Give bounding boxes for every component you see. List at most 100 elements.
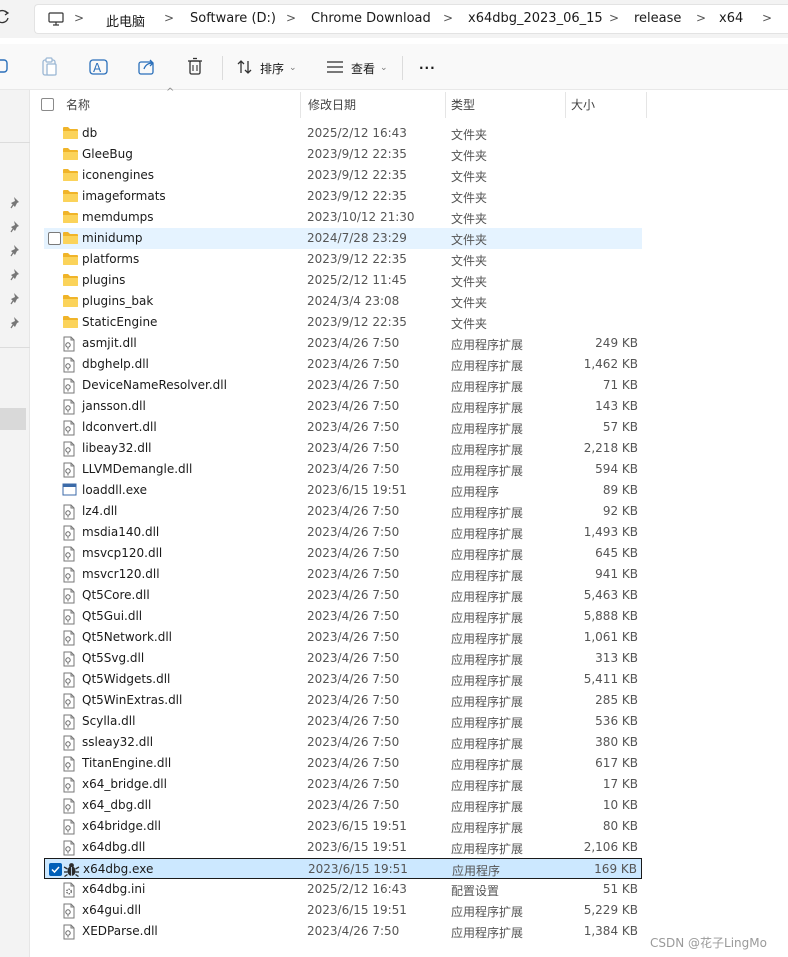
row-checkbox[interactable] <box>48 274 61 287</box>
file-row[interactable]: iconengines 2023/9/12 22:35 文件夹 <box>44 165 642 186</box>
sort-button[interactable]: 排序 ⌄ <box>236 56 297 80</box>
row-checkbox[interactable] <box>48 463 61 476</box>
row-checkbox[interactable] <box>48 883 61 896</box>
row-checkbox[interactable] <box>48 421 61 434</box>
row-checkbox[interactable] <box>48 904 61 917</box>
breadcrumb-item-drive[interactable]: Software (D:) <box>190 11 276 26</box>
row-checkbox[interactable] <box>48 190 61 203</box>
column-divider[interactable] <box>300 92 301 118</box>
copy-icon[interactable] <box>0 57 14 77</box>
file-row[interactable]: DeviceNameResolver.dll 2023/4/26 7:50 应用程序… <box>44 375 642 396</box>
file-row[interactable]: x64dbg.exe 2023/6/15 19:51 应用程序 169 KB <box>44 858 642 879</box>
column-size[interactable]: 大小 <box>571 96 595 113</box>
delete-icon[interactable] <box>186 57 206 77</box>
file-row[interactable]: platforms 2023/9/12 22:35 文件夹 <box>44 249 642 270</box>
chevron-right-icon[interactable]: > <box>762 11 772 25</box>
file-row[interactable]: db 2025/2/12 16:43 文件夹 <box>44 123 642 144</box>
column-divider[interactable] <box>565 92 566 118</box>
row-checkbox[interactable] <box>48 253 61 266</box>
breadcrumb-item-x64[interactable]: x64 <box>719 11 743 26</box>
column-divider[interactable] <box>445 92 446 118</box>
breadcrumb-item-chrome-download[interactable]: Chrome Download <box>311 11 431 26</box>
breadcrumb-item-release[interactable]: release <box>634 11 681 26</box>
file-row[interactable]: x64dbg.dll 2023/6/15 19:51 应用程序扩展 2,106 KB <box>44 837 642 858</box>
row-checkbox[interactable] <box>48 547 61 560</box>
view-button[interactable]: 查看 ⌄ <box>326 56 388 80</box>
file-row[interactable]: XEDParse.dll 2023/4/26 7:50 应用程序扩展 1,384 KB <box>44 921 642 942</box>
file-row[interactable]: minidump 2024/7/28 23:29 文件夹 <box>44 228 642 249</box>
pin-icon[interactable] <box>10 268 22 282</box>
row-checkbox[interactable] <box>48 484 61 497</box>
pin-icon[interactable] <box>10 244 22 258</box>
row-checkbox[interactable] <box>48 211 61 224</box>
row-checkbox[interactable] <box>48 442 61 455</box>
file-row[interactable]: lz4.dll 2023/4/26 7:50 应用程序扩展 92 KB <box>44 501 642 522</box>
row-checkbox[interactable] <box>48 379 61 392</box>
pin-icon[interactable] <box>10 196 22 210</box>
row-checkbox[interactable] <box>48 169 61 182</box>
breadcrumb-item-x64dbg[interactable]: x64dbg_2023_06_15 <box>468 11 603 26</box>
file-row[interactable]: x64bridge.dll 2023/6/15 19:51 应用程序扩展 80 KB <box>44 816 642 837</box>
file-row[interactable]: x64gui.dll 2023/6/15 19:51 应用程序扩展 5,229 KB <box>44 900 642 921</box>
row-checkbox[interactable] <box>48 799 61 812</box>
file-row[interactable]: loaddll.exe 2023/6/15 19:51 应用程序 89 KB <box>44 480 642 501</box>
file-row[interactable]: msdia140.dll 2023/4/26 7:50 应用程序扩展 1,493 KB <box>44 522 642 543</box>
column-divider[interactable] <box>646 92 647 118</box>
refresh-icon[interactable] <box>0 9 12 27</box>
file-row[interactable]: x64_dbg.dll 2023/4/26 7:50 应用程序扩展 10 KB <box>44 795 642 816</box>
file-row[interactable]: TitanEngine.dll 2023/4/26 7:50 应用程序扩展 617 K… <box>44 753 642 774</box>
paste-icon[interactable] <box>41 57 61 77</box>
file-row[interactable]: dbghelp.dll 2023/4/26 7:50 应用程序扩展 1,462 KB <box>44 354 642 375</box>
file-row[interactable]: msvcr120.dll 2023/4/26 7:50 应用程序扩展 941 KB <box>44 564 642 585</box>
column-name[interactable]: 名称 <box>66 96 90 113</box>
row-checkbox[interactable] <box>48 568 61 581</box>
file-row[interactable]: x64dbg.ini 2025/2/12 16:43 配置设置 51 KB <box>44 879 642 900</box>
file-row[interactable]: Qt5Widgets.dll 2023/4/26 7:50 应用程序扩展 5,411 … <box>44 669 642 690</box>
row-checkbox[interactable] <box>48 316 61 329</box>
file-row[interactable]: x64_bridge.dll 2023/4/26 7:50 应用程序扩展 17 KB <box>44 774 642 795</box>
share-icon[interactable] <box>137 57 157 77</box>
row-checkbox[interactable] <box>48 820 61 833</box>
row-checkbox[interactable] <box>48 400 61 413</box>
file-row[interactable]: imageformats 2023/9/12 22:35 文件夹 <box>44 186 642 207</box>
file-row[interactable]: Qt5WinExtras.dll 2023/4/26 7:50 应用程序扩展 285 … <box>44 690 642 711</box>
row-checkbox[interactable] <box>48 652 61 665</box>
select-all-checkbox[interactable] <box>41 98 54 111</box>
breadcrumb[interactable]: > 此电脑 > Software (D:) > Chrome Download … <box>34 4 788 34</box>
row-checkbox[interactable] <box>48 232 61 245</box>
column-type[interactable]: 类型 <box>451 96 475 113</box>
row-checkbox[interactable] <box>49 863 62 876</box>
nav-item-selected[interactable] <box>0 408 26 430</box>
row-checkbox[interactable] <box>48 715 61 728</box>
file-row[interactable]: memdumps 2023/10/12 21:30 文件夹 <box>44 207 642 228</box>
row-checkbox[interactable] <box>48 610 61 623</box>
row-checkbox[interactable] <box>48 127 61 140</box>
row-checkbox[interactable] <box>48 673 61 686</box>
more-options-button[interactable]: ... <box>419 53 436 77</box>
file-row[interactable]: Scylla.dll 2023/4/26 7:50 应用程序扩展 536 KB <box>44 711 642 732</box>
row-checkbox[interactable] <box>48 925 61 938</box>
breadcrumb-item-pc[interactable]: 此电脑 <box>106 11 145 30</box>
file-row[interactable]: GleeBug 2023/9/12 22:35 文件夹 <box>44 144 642 165</box>
file-row[interactable]: StaticEngine 2023/9/12 22:35 文件夹 <box>44 312 642 333</box>
file-row[interactable]: libeay32.dll 2023/4/26 7:50 应用程序扩展 2,218 KB <box>44 438 642 459</box>
file-row[interactable]: Qt5Svg.dll 2023/4/26 7:50 应用程序扩展 313 KB <box>44 648 642 669</box>
pin-icon[interactable] <box>10 220 22 234</box>
file-row[interactable]: Qt5Network.dll 2023/4/26 7:50 应用程序扩展 1,061 … <box>44 627 642 648</box>
row-checkbox[interactable] <box>48 526 61 539</box>
file-row[interactable]: jansson.dll 2023/4/26 7:50 应用程序扩展 143 KB <box>44 396 642 417</box>
file-row[interactable]: Qt5Core.dll 2023/4/26 7:50 应用程序扩展 5,463 KB <box>44 585 642 606</box>
row-checkbox[interactable] <box>48 295 61 308</box>
row-checkbox[interactable] <box>48 694 61 707</box>
file-row[interactable]: LLVMDemangle.dll 2023/4/26 7:50 应用程序扩展 594 … <box>44 459 642 480</box>
row-checkbox[interactable] <box>48 841 61 854</box>
file-row[interactable]: ssleay32.dll 2023/4/26 7:50 应用程序扩展 380 KB <box>44 732 642 753</box>
file-row[interactable]: asmjit.dll 2023/4/26 7:50 应用程序扩展 249 KB <box>44 333 642 354</box>
file-row[interactable]: Qt5Gui.dll 2023/4/26 7:50 应用程序扩展 5,888 KB <box>44 606 642 627</box>
file-row[interactable]: ldconvert.dll 2023/4/26 7:50 应用程序扩展 57 KB <box>44 417 642 438</box>
file-row[interactable]: msvcp120.dll 2023/4/26 7:50 应用程序扩展 645 KB <box>44 543 642 564</box>
pin-icon[interactable] <box>10 292 22 306</box>
rename-icon[interactable]: A <box>89 57 109 77</box>
row-checkbox[interactable] <box>48 757 61 770</box>
row-checkbox[interactable] <box>48 148 61 161</box>
